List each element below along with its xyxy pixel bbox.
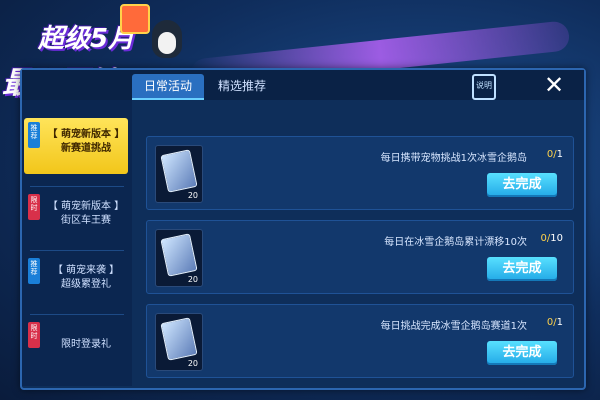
active-tab-indicator [132,98,204,100]
reward-card[interactable]: 20 [155,313,203,371]
progress-total: 1 [556,317,563,328]
tag-recommend-badge: 推荐 [28,122,40,148]
sidebar-item-label: 【 萌宠来袭 】 超级累登礼 [52,265,120,290]
sidebar-divider [30,250,124,251]
progress-done: 0 [546,149,554,160]
gift-box-icon [120,4,150,34]
sidebar-item-street-race[interactable]: 限时 【 萌宠新版本 】 街区车王赛 [24,190,128,246]
go-complete-button[interactable]: 去完成 [487,341,557,365]
document-icon[interactable]: 说明 [472,74,496,100]
go-complete-button[interactable]: 去完成 [487,173,557,197]
sidebar-item-label: 限时登录礼 [61,339,111,350]
activity-panel: 日常活动 精选推荐 说明 ✕ 推荐 【 萌宠新版本 】 新赛道挑战 限时 【 萌… [20,68,586,390]
task-progress: 0/1 [546,149,563,160]
sidebar-item-label: 【 萌宠新版本 】 新赛道挑战 [47,129,125,154]
task-description: 每日在冰雪企鹅岛累计漂移10次 [384,237,527,248]
sidebar-item-limited-login[interactable]: 限时 限时登录礼 [24,318,128,374]
task-row: 20 每日携带宠物挑战1次冰雪企鹅岛 0/1 去完成 [146,136,574,210]
ticket-icon [160,149,198,193]
sidebar-divider [30,314,124,315]
sidebar-item-new-track-challenge[interactable]: 推荐 【 萌宠新版本 】 新赛道挑战 [24,118,128,174]
task-row: 20 每日挑战完成冰雪企鹅岛赛道1次 0/1 去完成 [146,304,574,378]
sidebar: 推荐 【 萌宠新版本 】 新赛道挑战 限时 【 萌宠新版本 】 街区车王赛 推荐… [22,100,132,386]
progress-done: 0 [540,233,547,244]
task-description: 每日携带宠物挑战1次冰雪企鹅岛 [380,153,527,164]
reward-quantity: 20 [187,191,198,200]
ticket-icon [160,317,198,361]
sidebar-divider [30,186,124,187]
tag-limited-badge: 限时 [28,194,40,220]
tab-featured-recommendations[interactable]: 精选推荐 [206,74,278,98]
go-complete-button[interactable]: 去完成 [487,257,557,281]
tab-daily-activities[interactable]: 日常活动 [132,74,204,98]
reward-quantity: 20 [187,359,198,368]
tag-recommend-badge: 推荐 [28,258,40,284]
sidebar-item-label: 【 萌宠新版本 】 街区车王赛 [47,201,125,226]
close-button[interactable]: ✕ [540,72,568,98]
reward-card[interactable]: 20 [155,145,203,203]
sidebar-item-cumulative-login[interactable]: 推荐 【 萌宠来袭 】 超级累登礼 [24,254,128,310]
tag-limited-badge: 限时 [28,322,40,348]
task-row: 20 每日在冰雪企鹅岛累计漂移10次 0/10 去完成 [146,220,574,294]
reward-quantity: 20 [187,275,198,284]
progress-total: 1 [556,149,563,160]
task-progress: 0/10 [540,233,563,244]
penguin-mascot-icon [152,20,182,58]
tab-bar: 日常活动 精选推荐 说明 ✕ [22,70,584,100]
progress-total: 10 [550,233,563,244]
task-progress: 0/1 [546,317,563,328]
reward-card[interactable]: 20 [155,229,203,287]
progress-done: 0 [546,317,554,328]
task-description: 每日挑战完成冰雪企鹅岛赛道1次 [380,321,527,332]
ticket-icon [160,233,198,277]
